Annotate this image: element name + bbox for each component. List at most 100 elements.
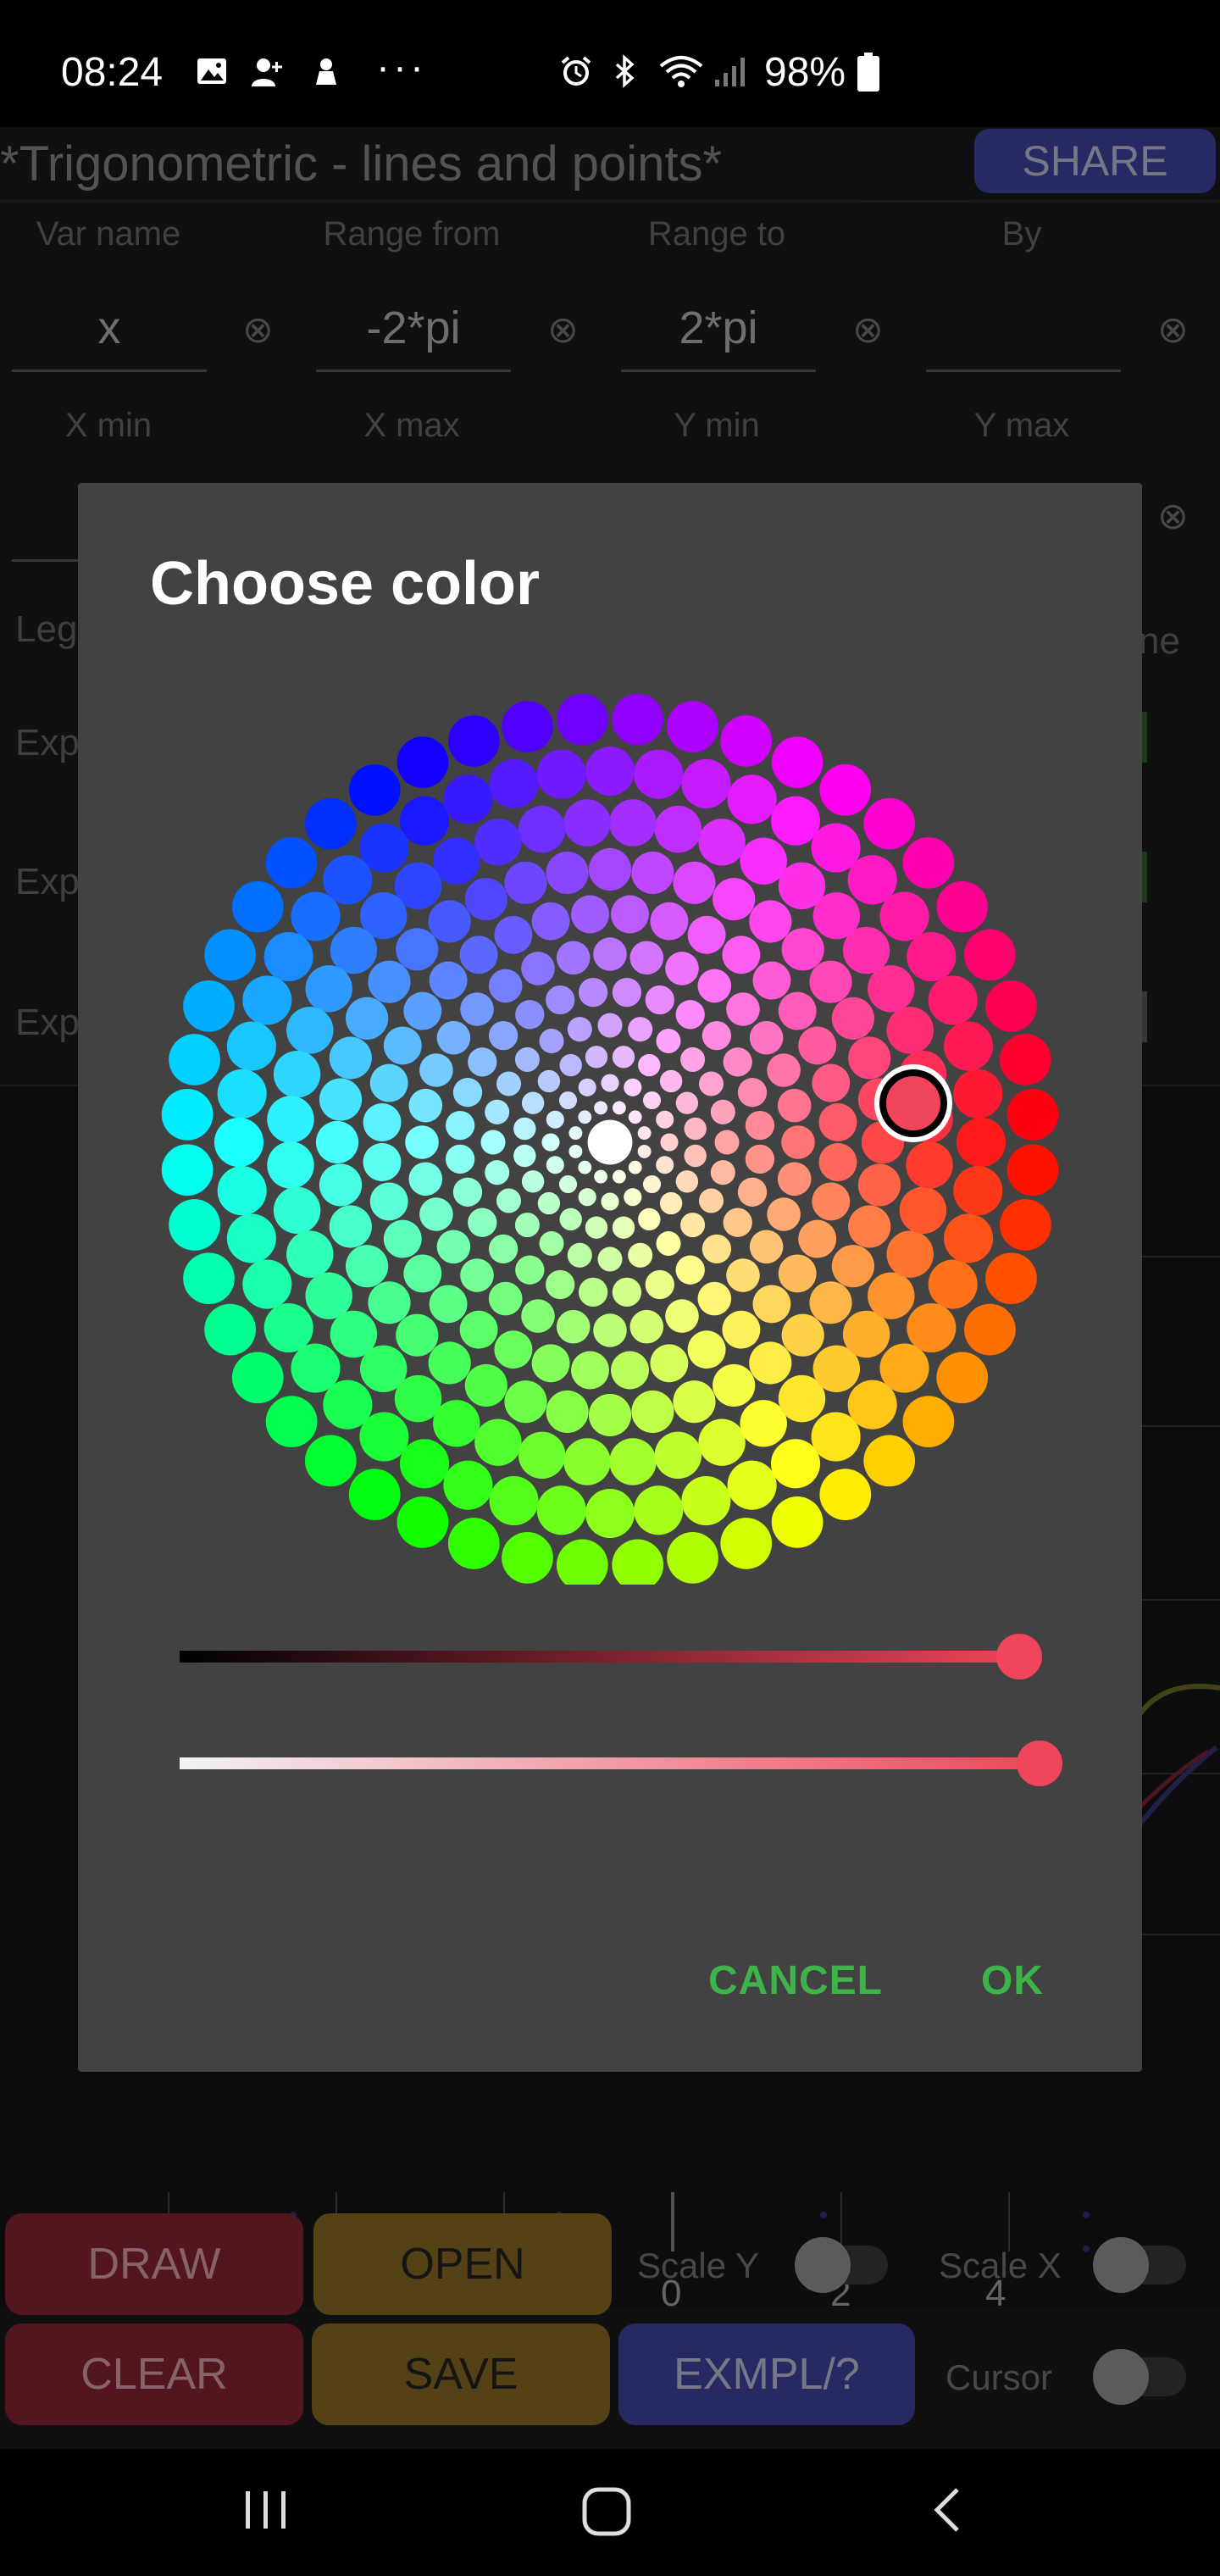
brightness-slider[interactable] xyxy=(180,1651,1027,1663)
color-swatch[interactable] xyxy=(726,1258,760,1292)
color-swatch[interactable] xyxy=(964,929,1016,981)
color-swatch[interactable] xyxy=(521,1299,555,1333)
color-swatch[interactable] xyxy=(767,1197,801,1231)
color-swatch[interactable] xyxy=(563,1438,611,1485)
color-swatch[interactable] xyxy=(383,1219,422,1258)
color-swatch[interactable] xyxy=(363,1143,402,1181)
color-swatch[interactable] xyxy=(447,715,500,767)
color-swatch[interactable] xyxy=(539,1230,564,1257)
color-swatch[interactable] xyxy=(798,1219,837,1258)
color-swatch[interactable] xyxy=(496,1188,522,1213)
color-swatch[interactable] xyxy=(612,1101,626,1115)
color-swatch[interactable] xyxy=(928,975,978,1025)
color-swatch[interactable] xyxy=(714,1130,740,1155)
color-swatch[interactable] xyxy=(405,1125,439,1159)
color-swatch[interactable] xyxy=(673,861,716,904)
color-swatch[interactable] xyxy=(634,749,684,799)
color-swatch[interactable] xyxy=(485,1099,510,1124)
color-swatch[interactable] xyxy=(559,1208,582,1231)
color-swatch[interactable] xyxy=(612,1277,642,1307)
color-swatch[interactable] xyxy=(781,928,824,971)
color-swatch[interactable] xyxy=(291,891,341,941)
color-swatch[interactable] xyxy=(656,1230,681,1257)
color-swatch[interactable] xyxy=(597,1246,623,1272)
color-swatch[interactable] xyxy=(727,774,777,824)
color-swatch[interactable] xyxy=(369,1063,408,1102)
clear-button[interactable]: CLEAR xyxy=(5,2323,303,2425)
color-swatch[interactable] xyxy=(1006,1144,1059,1196)
color-swatch[interactable] xyxy=(811,823,861,873)
color-swatch[interactable] xyxy=(408,1088,443,1123)
color-swatch[interactable] xyxy=(697,1281,732,1316)
color-swatch[interactable] xyxy=(684,1144,707,1168)
color-swatch[interactable] xyxy=(798,1026,837,1065)
color-swatch[interactable] xyxy=(634,1485,684,1535)
color-swatch[interactable] xyxy=(304,797,357,850)
color-swatch[interactable] xyxy=(749,900,792,943)
color-swatch[interactable] xyxy=(771,736,824,788)
color-swatch[interactable] xyxy=(556,693,608,746)
color-swatch[interactable] xyxy=(650,1344,689,1383)
color-swatch[interactable] xyxy=(161,1144,214,1196)
color-swatch[interactable] xyxy=(667,701,718,752)
color-swatch[interactable] xyxy=(698,1071,724,1096)
color-swatch[interactable] xyxy=(684,1117,707,1141)
color-swatch[interactable] xyxy=(1000,1034,1051,1085)
color-swatch[interactable] xyxy=(558,1174,578,1194)
color-swatch[interactable] xyxy=(745,1144,775,1174)
color-swatch[interactable] xyxy=(578,1078,596,1096)
color-swatch[interactable] xyxy=(665,952,699,985)
color-swatch[interactable] xyxy=(267,1096,314,1143)
color-swatch[interactable] xyxy=(654,805,702,853)
color-swatch[interactable] xyxy=(161,1088,214,1141)
color-swatch[interactable] xyxy=(727,1460,777,1510)
color-swatch[interactable] xyxy=(863,797,916,850)
color-swatch[interactable] xyxy=(902,836,955,889)
color-swatch[interactable] xyxy=(698,1418,746,1466)
brightness-slider-thumb[interactable] xyxy=(996,1634,1042,1679)
color-swatch[interactable] xyxy=(474,819,522,866)
color-swatch[interactable] xyxy=(468,1208,497,1237)
color-swatch[interactable] xyxy=(886,1230,934,1278)
color-swatch[interactable] xyxy=(612,1169,626,1184)
color-swatch[interactable] xyxy=(778,1254,817,1293)
color-swatch[interactable] xyxy=(675,1000,705,1030)
color-swatch[interactable] xyxy=(767,1053,801,1087)
color-swatch[interactable] xyxy=(723,1047,752,1077)
color-swatch[interactable] xyxy=(531,1344,570,1383)
color-swatch[interactable] xyxy=(319,1163,363,1207)
color-swatch[interactable] xyxy=(588,847,632,891)
color-swatch[interactable] xyxy=(673,1380,716,1424)
color-swatch[interactable] xyxy=(286,1230,334,1278)
cancel-button[interactable]: CANCEL xyxy=(708,1957,883,2004)
color-swatch[interactable] xyxy=(429,1285,468,1324)
color-swatch[interactable] xyxy=(611,895,649,934)
color-swatch[interactable] xyxy=(597,1013,623,1038)
color-swatch[interactable] xyxy=(659,1191,683,1215)
color-swatch[interactable] xyxy=(631,851,674,895)
color-swatch[interactable] xyxy=(383,1026,422,1065)
color-swatch[interactable] xyxy=(944,1021,994,1071)
clear-icon[interactable]: ⊗ xyxy=(1157,495,1189,538)
color-wheel[interactable] xyxy=(78,483,1142,1585)
color-swatch[interactable] xyxy=(567,1017,592,1042)
color-swatch[interactable] xyxy=(359,1412,409,1462)
color-swatch[interactable] xyxy=(489,1476,539,1526)
color-swatch[interactable] xyxy=(681,758,731,808)
color-swatch[interactable] xyxy=(433,1400,480,1447)
color-swatch[interactable] xyxy=(698,819,746,866)
color-swatch[interactable] xyxy=(868,1272,915,1319)
color-swatch[interactable] xyxy=(496,1071,522,1096)
color-swatch[interactable] xyxy=(726,992,760,1026)
color-swatch[interactable] xyxy=(515,1000,545,1030)
color-swatch[interactable] xyxy=(556,1309,591,1344)
color-swatch[interactable] xyxy=(204,1303,256,1356)
color-swatch[interactable] xyxy=(169,1199,220,1251)
color-swatch[interactable] xyxy=(629,941,664,975)
color-swatch[interactable] xyxy=(368,1281,411,1324)
color-swatch[interactable] xyxy=(521,1170,545,1193)
color-swatch[interactable] xyxy=(567,1242,592,1268)
open-button[interactable]: OPEN xyxy=(313,2213,612,2315)
color-swatch[interactable] xyxy=(740,837,787,885)
color-swatch[interactable] xyxy=(594,1169,608,1184)
